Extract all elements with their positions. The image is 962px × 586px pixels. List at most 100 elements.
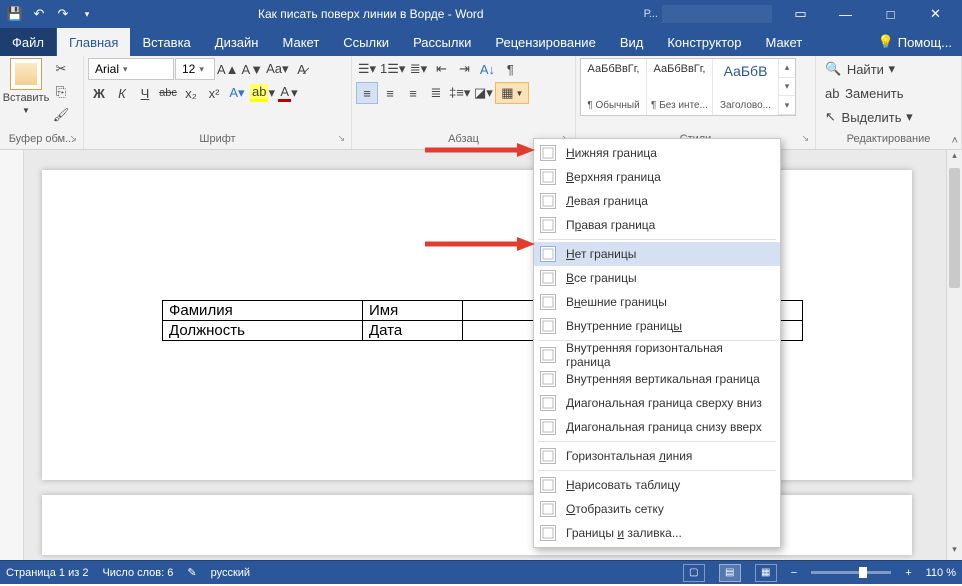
undo-button[interactable]: ↶ [28,3,50,25]
page-2[interactable] [42,495,912,555]
sort-button[interactable]: A↓ [476,58,498,80]
replace-button[interactable]: ab Заменить [820,82,909,104]
tell-me[interactable]: 💡Помощ... [868,28,962,56]
menu-item[interactable]: Все границы [534,266,780,290]
font-name-combo[interactable]: Arial▾ [88,58,174,80]
format-painter-button[interactable]: 🖌 [50,104,72,126]
clear-formatting-button[interactable]: A̷ [291,58,313,80]
menu-item[interactable]: Нарисовать таблицу [534,473,780,497]
style-heading1[interactable]: АаБбВ Заголово... [713,59,779,115]
menu-item[interactable]: Диагональная граница снизу вверх [534,415,780,439]
minimize-button[interactable]: — [823,0,868,28]
numbering-button[interactable]: 1☰▾ [379,58,406,80]
menu-item[interactable]: Внутренняя вертикальная граница [534,367,780,391]
text-effects-button[interactable]: A▾ [226,82,248,104]
vertical-scrollbar[interactable]: ▴ ▾ [946,150,962,560]
menu-item[interactable]: Внутренняя горизонтальная граница [534,343,780,367]
subscript-button[interactable]: x₂ [180,82,202,104]
show-marks-button[interactable]: ¶ [499,58,521,80]
tab-home[interactable]: Главная [57,28,130,56]
tab-table-design[interactable]: Конструктор [655,28,753,56]
table-cell[interactable]: Дата [363,321,463,341]
align-center-button[interactable]: ≡ [379,82,401,104]
table-cell[interactable]: Имя [363,301,463,321]
tab-layout[interactable]: Макет [270,28,331,56]
line-spacing-button[interactable]: ‡≡▾ [448,82,471,104]
find-button[interactable]: 🔍 Найти ▾ [820,58,900,80]
paste-button[interactable]: Вставить ▼ [4,58,48,115]
document-scroll[interactable]: Фамилия Имя Должность Дата [24,150,962,560]
underline-button[interactable]: Ч [134,82,156,104]
borders-split-button[interactable]: ▦▼ [495,82,529,104]
menu-item[interactable]: Нет границы [534,242,780,266]
menu-item[interactable]: Внешние границы [534,290,780,314]
view-print-button[interactable]: ▤ [719,564,741,582]
styles-gallery-more[interactable]: ▴▾▾ [779,59,795,115]
font-size-combo[interactable]: 12▾ [175,58,215,80]
ribbon-options-button[interactable]: ▭ [778,0,823,28]
zoom-level[interactable]: 110 % [926,567,956,579]
close-button[interactable]: ✕ [913,0,958,28]
tab-references[interactable]: Ссылки [331,28,401,56]
zoom-in-button[interactable]: + [905,567,911,579]
status-words[interactable]: Число слов: 6 [102,567,173,579]
view-web-button[interactable]: ▦ [755,564,777,582]
align-right-button[interactable]: ≡ [402,82,424,104]
redo-button[interactable]: ↷ [52,3,74,25]
zoom-slider-handle[interactable] [859,567,867,578]
tab-table-layout[interactable]: Макет [753,28,814,56]
dialog-launcher-icon[interactable]: ↘ [337,133,345,144]
cut-button[interactable]: ✂ [50,58,72,80]
copy-button[interactable]: ⎘ [50,81,72,103]
status-page[interactable]: Страница 1 из 2 [6,567,88,579]
zoom-out-button[interactable]: − [791,567,797,579]
strikethrough-button[interactable]: abc [157,82,179,104]
superscript-button[interactable]: x² [203,82,225,104]
menu-item[interactable]: Левая граница [534,189,780,213]
grow-font-button[interactable]: A▲ [216,58,240,80]
tab-mailings[interactable]: Рассылки [401,28,483,56]
table-cell[interactable]: Должность [163,321,363,341]
bold-button[interactable]: Ж [88,82,110,104]
font-color-button[interactable]: A▾ [277,82,299,104]
menu-item[interactable]: Внутренние границы [534,314,780,338]
align-left-button[interactable]: ≡ [356,82,378,104]
menu-item[interactable]: Горизонтальная линия [534,444,780,468]
italic-button[interactable]: К [111,82,133,104]
menu-item[interactable]: Верхняя граница [534,165,780,189]
tab-design[interactable]: Дизайн [203,28,271,56]
select-button[interactable]: ↖ Выделить ▾ [820,106,918,128]
bullets-button[interactable]: ☰▾ [356,58,378,80]
justify-button[interactable]: ≣ [425,82,447,104]
tab-review[interactable]: Рецензирование [483,28,607,56]
view-read-button[interactable]: ▢ [683,564,705,582]
shrink-font-button[interactable]: A▼ [241,58,265,80]
change-case-button[interactable]: Aa▾ [265,58,289,80]
highlight-button[interactable]: ab▾ [249,82,276,104]
collapse-ribbon-button[interactable]: ˄ [952,135,958,147]
style-normal[interactable]: АаБбВвГг, ¶ Обычный [581,59,647,115]
decrease-indent-button[interactable]: ⇤ [430,58,452,80]
status-language[interactable]: русский [211,567,250,579]
multilevel-list-button[interactable]: ≣▾ [407,58,429,80]
shading-button[interactable]: ◪▾ [472,82,494,104]
style-nospacing[interactable]: АаБбВвГг, ¶ Без инте... [647,59,713,115]
menu-item[interactable]: Диагональная граница сверху вниз [534,391,780,415]
page-1[interactable]: Фамилия Имя Должность Дата [42,170,912,480]
proofing-icon[interactable]: ✎ [187,566,196,579]
dialog-launcher-icon[interactable]: ↘ [801,133,809,144]
menu-item[interactable]: Отобразить сетку [534,497,780,521]
increase-indent-button[interactable]: ⇥ [453,58,475,80]
scroll-thumb[interactable] [949,168,960,288]
vertical-ruler[interactable] [0,150,24,560]
table-cell[interactable]: Фамилия [163,301,363,321]
menu-item[interactable]: Правая граница [534,213,780,237]
scroll-up-button[interactable]: ▴ [947,150,962,166]
menu-item[interactable]: Границы и заливка... [534,521,780,545]
maximize-button[interactable]: □ [868,0,913,28]
styles-gallery[interactable]: АаБбВвГг, ¶ Обычный АаБбВвГг, ¶ Без инте… [580,58,796,116]
tab-file[interactable]: Файл [0,28,56,56]
menu-item[interactable]: Нижняя граница [534,141,780,165]
qat-more-button[interactable]: ▾ [76,3,98,25]
tab-view[interactable]: Вид [608,28,656,56]
